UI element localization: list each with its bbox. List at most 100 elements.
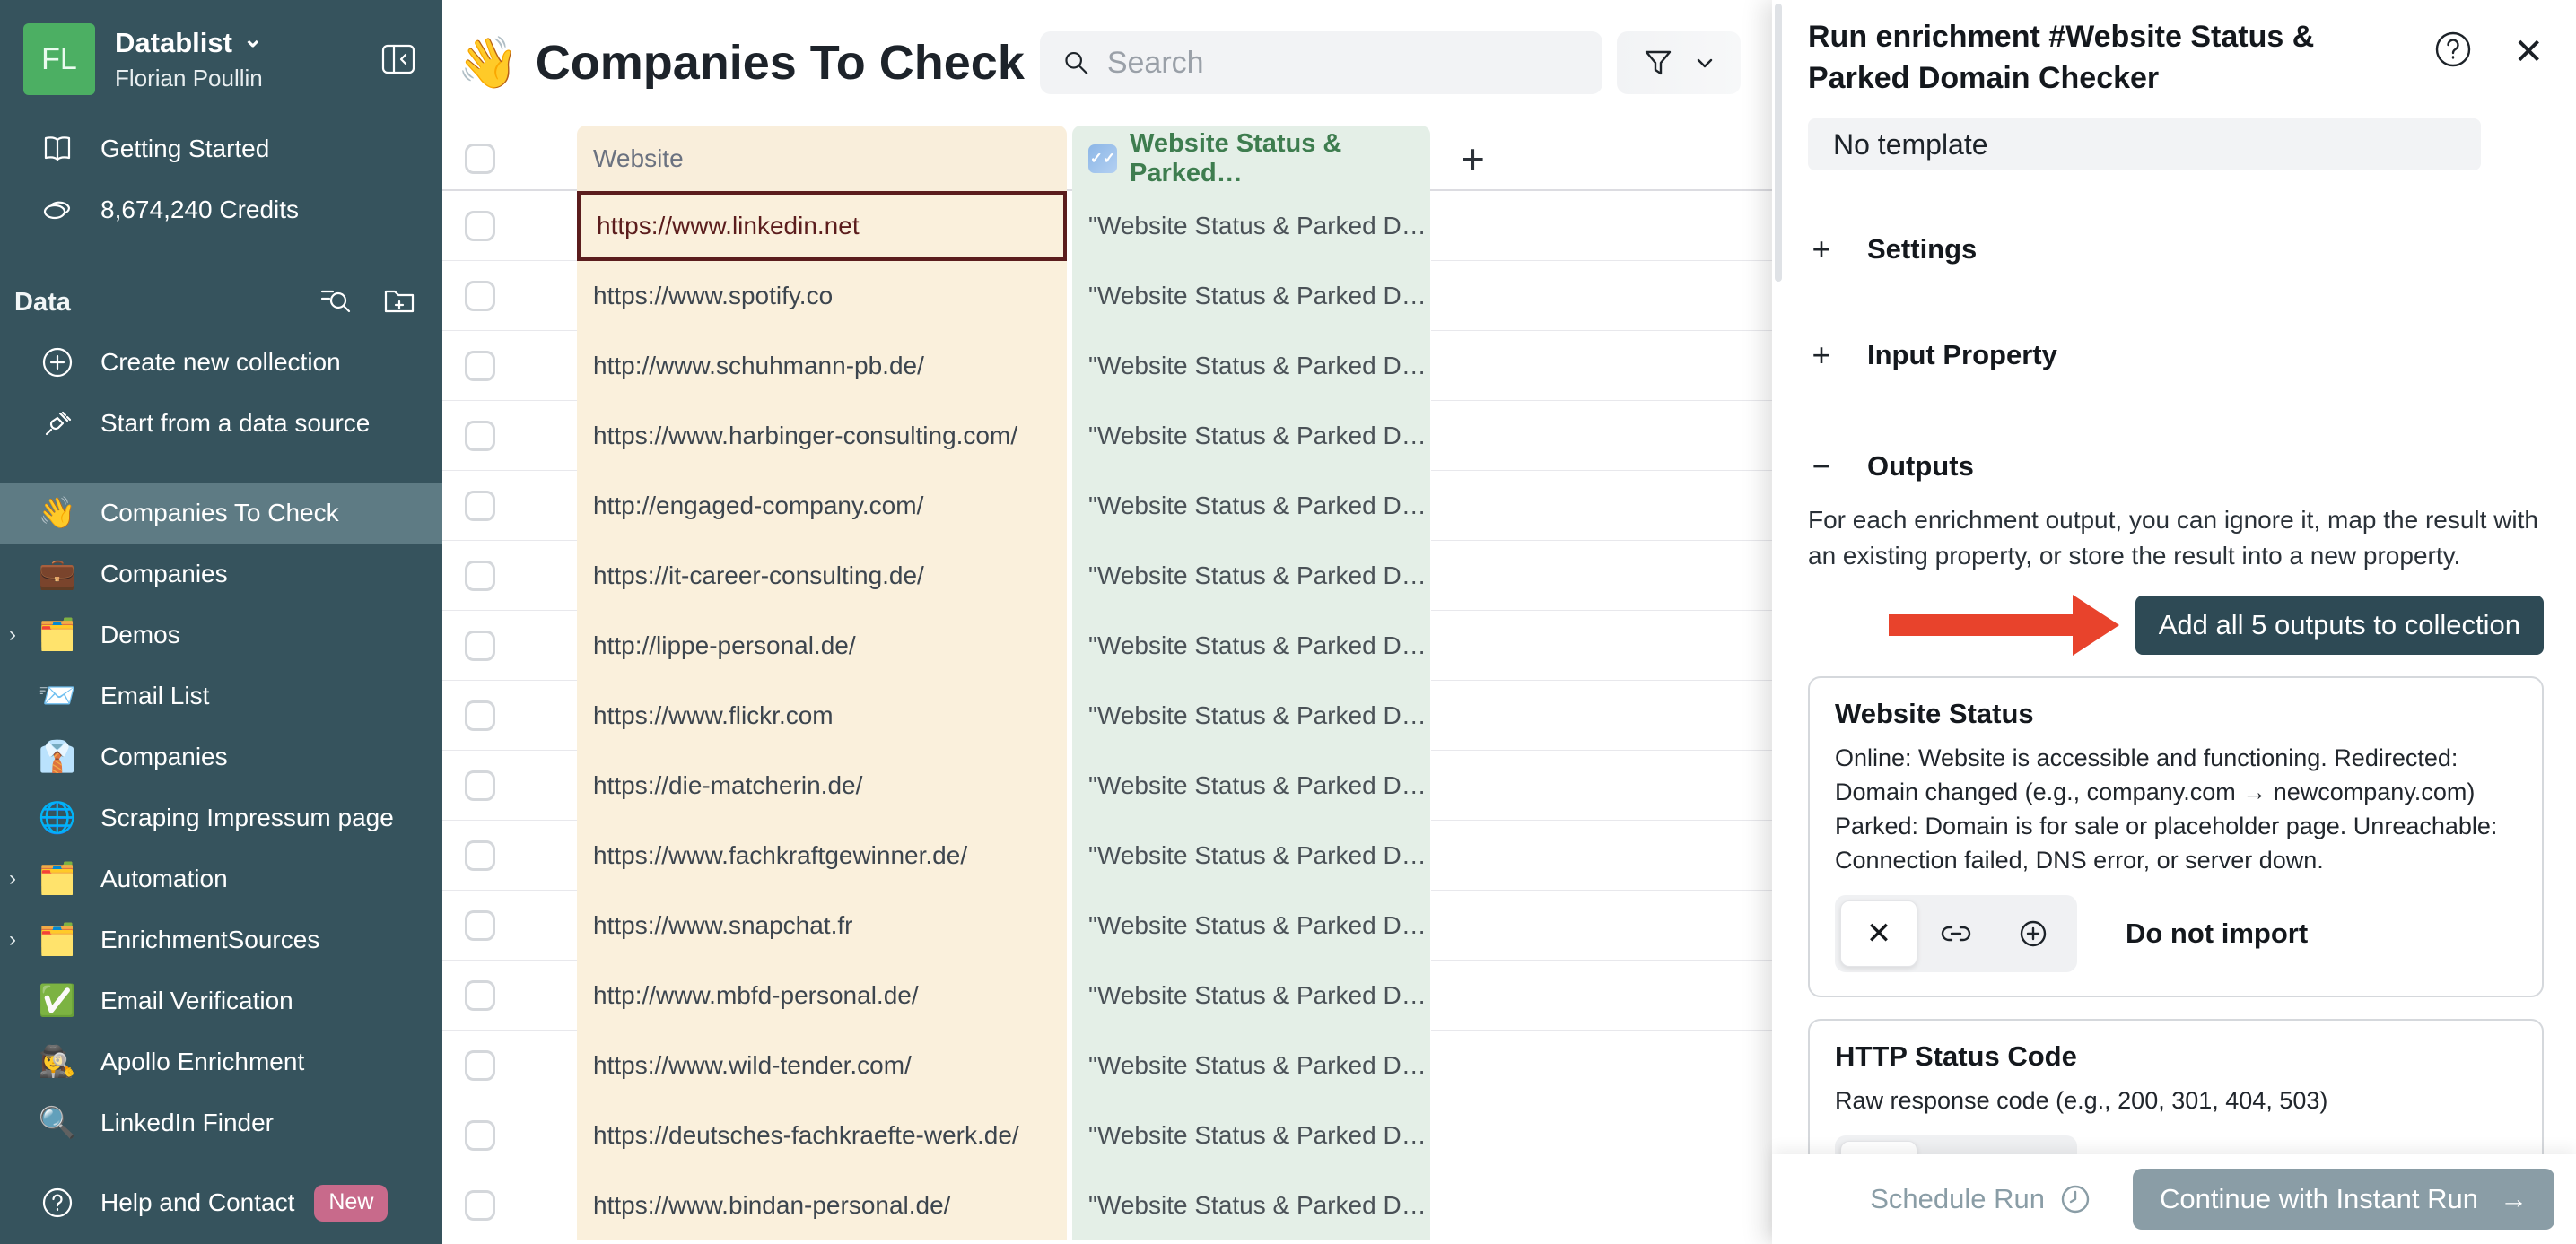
sidebar-item-companies-to-check[interactable]: 👋Companies To Check: [0, 483, 442, 544]
new-folder-icon[interactable]: [381, 283, 417, 323]
panel-section-outputs[interactable]: −Outputs: [1808, 439, 2544, 493]
sidebar-item-create-new-collection[interactable]: Create new collection: [0, 332, 442, 393]
cell-website-status[interactable]: "Website Status & Parked D…: [1072, 1170, 1430, 1240]
sidebar-item-email-list[interactable]: 📨Email List: [0, 665, 442, 726]
row-checkbox[interactable]: [465, 211, 495, 241]
collapse-icon[interactable]: −: [1808, 448, 1835, 485]
cell-website-status[interactable]: "Website Status & Parked D…: [1072, 401, 1430, 471]
create-new-property-icon[interactable]: [1995, 900, 2072, 967]
cell-website[interactable]: http://www.mbfd-personal.de/: [577, 961, 1067, 1031]
row-checkbox[interactable]: [465, 561, 495, 591]
cell-website[interactable]: https://www.flickr.com: [577, 681, 1067, 751]
schedule-run-link[interactable]: Schedule Run: [1870, 1183, 2091, 1215]
sidebar-item-credits[interactable]: 8,674,240 Credits: [0, 179, 442, 240]
cell-website-status[interactable]: "Website Status & Parked D…: [1072, 541, 1430, 611]
app-root: FL Datablist⌄ Florian Poullin Getting St…: [0, 0, 2576, 1244]
sidebar-item-companies[interactable]: 💼Companies: [0, 544, 442, 605]
search-collections-icon[interactable]: [317, 283, 353, 323]
sidebar-item-demos[interactable]: ›🗂️Demos: [0, 605, 442, 665]
panel-section-settings[interactable]: +Settings: [1808, 222, 2544, 276]
cell-website-status[interactable]: "Website Status & Parked D…: [1072, 611, 1430, 681]
cell-website[interactable]: https://www.wild-tender.com/: [577, 1031, 1067, 1100]
sidebar-item-enrichmentsources[interactable]: ›🗂️EnrichmentSources: [0, 909, 442, 970]
filter-button[interactable]: [1617, 31, 1741, 94]
cell-website-status[interactable]: "Website Status & Parked D…: [1072, 681, 1430, 751]
chevron-right-icon[interactable]: ›: [9, 927, 16, 953]
template-select[interactable]: No template: [1808, 118, 2481, 170]
cell-website[interactable]: https://www.fachkraftgewinner.de/: [577, 821, 1067, 891]
cell-website[interactable]: https://die-matcherin.de/: [577, 751, 1067, 821]
sidebar-item-start-from-data-source[interactable]: Start from a data source: [0, 393, 442, 454]
sidebar-item-label: Create new collection: [100, 348, 341, 377]
sidebar-item-automation[interactable]: ›🗂️Automation: [0, 848, 442, 909]
cell-website[interactable]: https://www.spotify.co: [577, 261, 1067, 331]
add-all-outputs-button[interactable]: Add all 5 outputs to collection: [2135, 596, 2544, 655]
row-checkbox[interactable]: [465, 840, 495, 871]
sidebar-item-help-and-contact[interactable]: Help and ContactNew: [0, 1172, 442, 1233]
help-icon[interactable]: [2432, 29, 2474, 74]
row-checkbox[interactable]: [465, 351, 495, 381]
collection-emoji-icon: 👋: [38, 493, 77, 533]
row-checkbox[interactable]: [465, 1190, 495, 1221]
cell-website[interactable]: http://engaged-company.com/: [577, 471, 1067, 541]
sidebar-item-apollo-enrichment[interactable]: 🕵️‍♀️Apollo Enrichment: [0, 1031, 442, 1092]
cell-website-status[interactable]: "Website Status & Parked D…: [1072, 961, 1430, 1031]
cell-website-status[interactable]: "Website Status & Parked D…: [1072, 331, 1430, 401]
cell-website[interactable]: http://www.schuhmann-pb.de/: [577, 331, 1067, 401]
cell-website-status[interactable]: "Website Status & Parked D…: [1072, 191, 1430, 261]
chevron-down-icon: [1694, 52, 1716, 74]
row-checkbox[interactable]: [465, 631, 495, 661]
row-checkbox[interactable]: [465, 700, 495, 731]
cell-website[interactable]: https://www.linkedin.net: [577, 191, 1067, 261]
cell-website-status[interactable]: "Website Status & Parked D…: [1072, 821, 1430, 891]
cell-website-status[interactable]: "Website Status & Parked D…: [1072, 751, 1430, 821]
collapse-sidebar-icon[interactable]: [378, 39, 419, 80]
cell-website[interactable]: http://lippe-personal.de/: [577, 611, 1067, 681]
sidebar-item-email-verification[interactable]: ✅Email Verification: [0, 970, 442, 1031]
expand-icon[interactable]: +: [1808, 231, 1835, 268]
sidebar-item-scraping-impressum-page[interactable]: 🌐Scraping Impressum page: [0, 787, 442, 848]
expand-icon[interactable]: +: [1808, 336, 1835, 374]
sidebar-item-label: Getting Started: [100, 135, 269, 163]
sidebar-item-label: Help and Contact: [100, 1188, 294, 1217]
panel-section-input-property[interactable]: +Input Property: [1808, 328, 2544, 382]
cell-website[interactable]: https://www.snapchat.fr: [577, 891, 1067, 961]
select-all-checkbox[interactable]: [465, 144, 495, 174]
table-row: https://www.bindan-personal.de/"Website …: [442, 1170, 1772, 1240]
row-checkbox[interactable]: [465, 491, 495, 521]
row-checkbox[interactable]: [465, 281, 495, 311]
cell-website[interactable]: https://deutsches-fachkraefte-werk.de/: [577, 1100, 1067, 1170]
column-header-website[interactable]: Website: [577, 126, 1067, 191]
cell-website-status[interactable]: "Website Status & Parked D…: [1072, 1031, 1430, 1100]
cell-website-status[interactable]: "Website Status & Parked D…: [1072, 471, 1430, 541]
add-column-button[interactable]: +: [1461, 126, 1485, 191]
row-checkbox[interactable]: [465, 421, 495, 451]
cell-website[interactable]: https://it-career-consulting.de/: [577, 541, 1067, 611]
sidebar-item-companies-2[interactable]: 👔Companies: [0, 726, 442, 787]
chevron-right-icon[interactable]: ›: [9, 866, 16, 892]
row-checkbox[interactable]: [465, 910, 495, 941]
cell-website[interactable]: https://www.bindan-personal.de/: [577, 1170, 1067, 1240]
close-icon[interactable]: ✕: [2513, 34, 2544, 70]
column-header-website-status[interactable]: ✓✓ Website Status & Parked…: [1072, 126, 1430, 191]
sidebar-item-getting-started[interactable]: Getting Started: [0, 118, 442, 179]
row-checkbox[interactable]: [465, 980, 495, 1011]
workspace-name[interactable]: Datablist⌄: [115, 27, 378, 59]
continue-instant-run-button[interactable]: Continue with Instant Run →: [2133, 1169, 2554, 1230]
sidebar: FL Datablist⌄ Florian Poullin Getting St…: [0, 0, 442, 1244]
output-action-toggle: ✕: [1835, 895, 2077, 972]
cell-website-status[interactable]: "Website Status & Parked D…: [1072, 891, 1430, 961]
cell-website[interactable]: https://www.harbinger-consulting.com/: [577, 401, 1067, 471]
row-checkbox[interactable]: [465, 1120, 495, 1151]
row-checkbox[interactable]: [465, 770, 495, 801]
search-input[interactable]: [1107, 46, 1581, 81]
ignore-output-button[interactable]: ✕: [1840, 900, 1917, 967]
workspace-header[interactable]: FL Datablist⌄ Florian Poullin: [0, 0, 442, 118]
cell-website-status[interactable]: "Website Status & Parked D…: [1072, 1100, 1430, 1170]
map-existing-property-icon[interactable]: [1917, 900, 1995, 967]
cell-website-status[interactable]: "Website Status & Parked D…: [1072, 261, 1430, 331]
row-checkbox[interactable]: [465, 1050, 495, 1081]
sidebar-item-linkedin-finder[interactable]: 🔍LinkedIn Finder: [0, 1092, 442, 1153]
chevron-right-icon[interactable]: ›: [9, 622, 16, 648]
sidebar-item-label: Automation: [100, 865, 228, 893]
